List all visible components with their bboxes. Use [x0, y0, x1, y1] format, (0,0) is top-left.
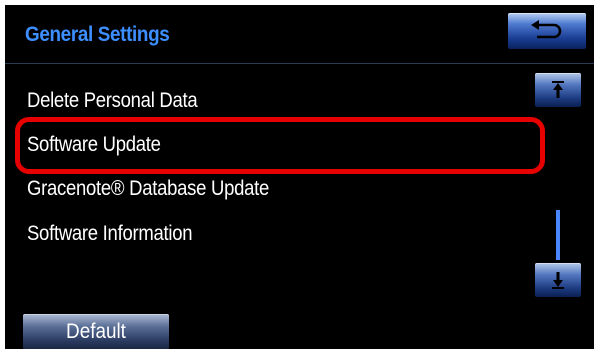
default-button[interactable]: Default [23, 314, 169, 349]
page-title: General Settings [25, 23, 170, 46]
back-arrow-icon [531, 20, 562, 39]
menu-item-delete-personal-data[interactable]: Delete Personal Data [27, 84, 198, 118]
menu-item-gracenote-database-update[interactable]: Gracenote® Database Update [27, 172, 269, 206]
header-divider [5, 63, 594, 64]
scroll-up-icon [552, 81, 564, 98]
scroll-up-button[interactable] [535, 73, 581, 107]
scroll-down-button[interactable] [535, 263, 581, 297]
back-button[interactable] [508, 13, 586, 49]
default-button-label: Default [66, 320, 126, 343]
highlight-box [15, 117, 545, 174]
menu-item-software-information[interactable]: Software Information [27, 217, 192, 251]
settings-screen: General Settings Delete Personal Data So… [5, 5, 594, 349]
scroll-down-icon [552, 272, 564, 289]
scroll-track[interactable] [556, 210, 560, 260]
